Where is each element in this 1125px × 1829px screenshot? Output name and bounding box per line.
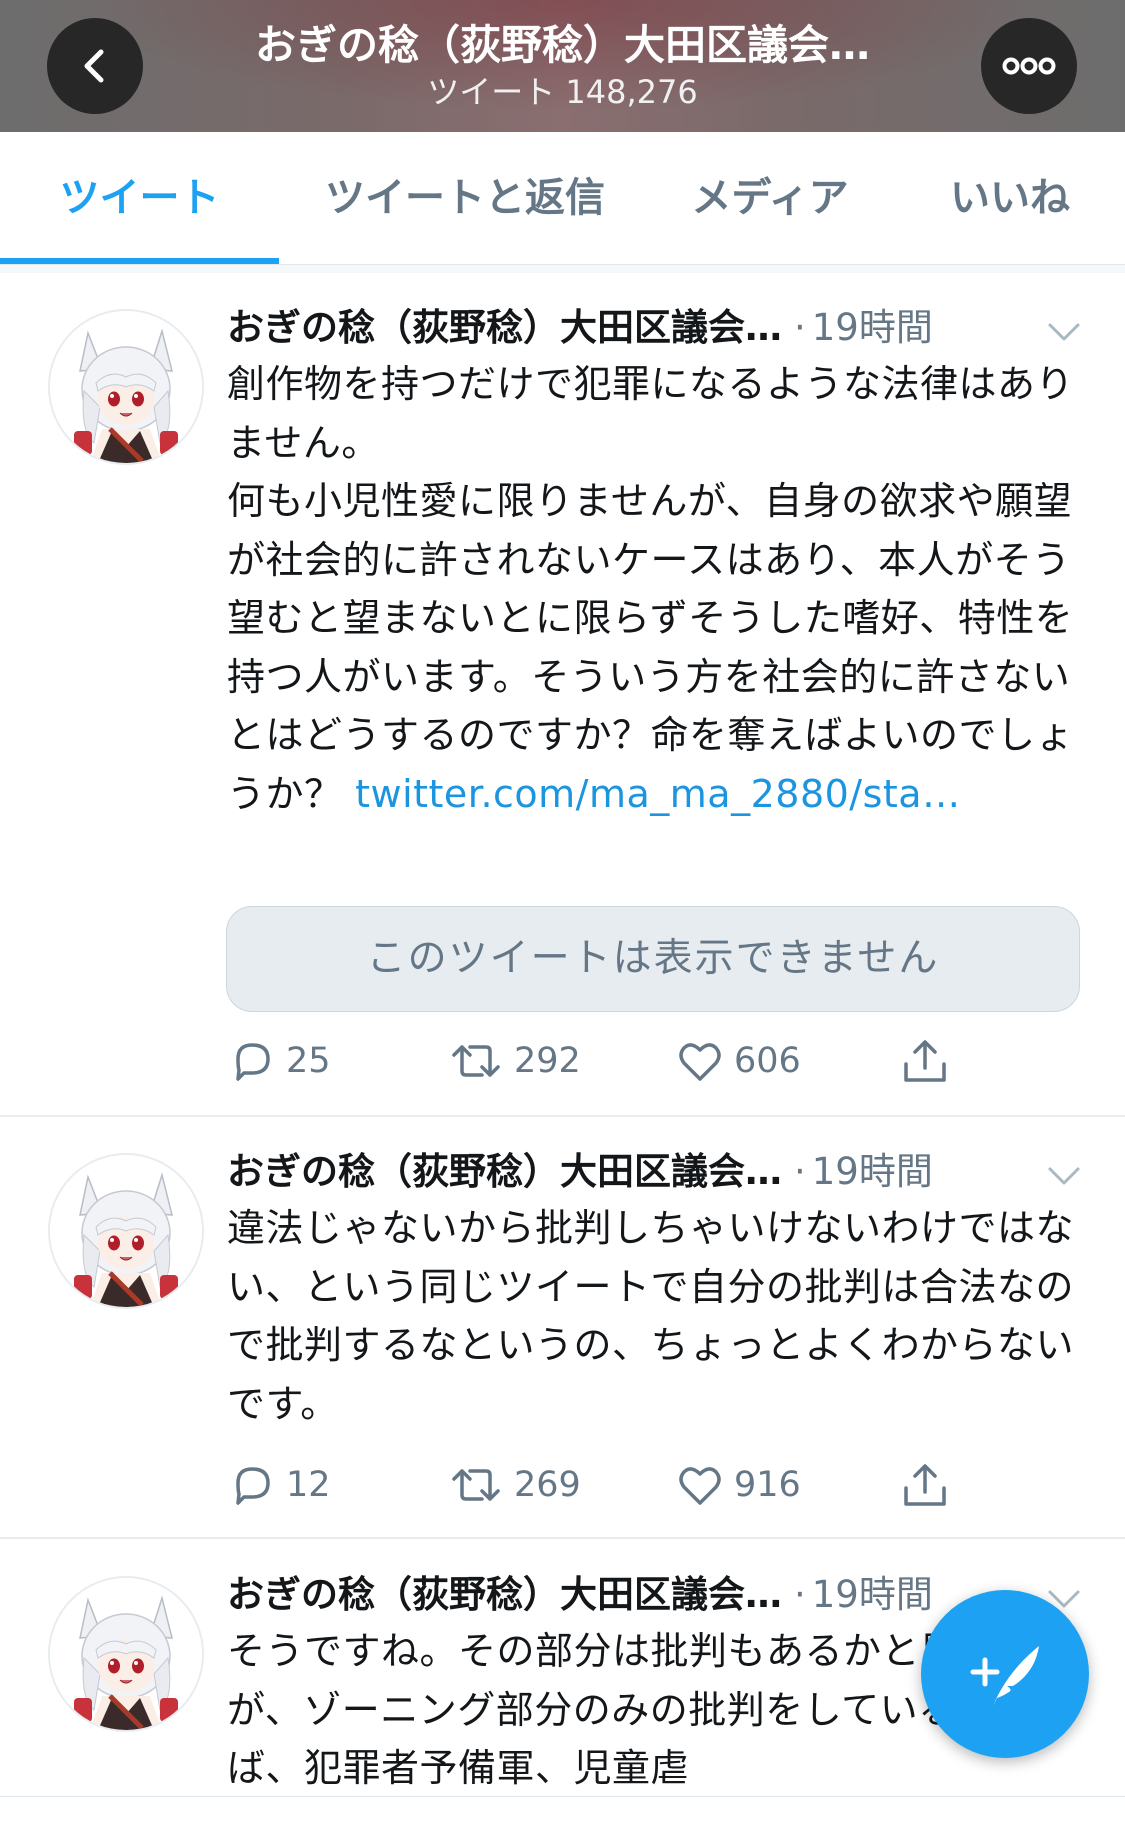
compose-tweet-icon — [970, 1646, 1039, 1706]
tab-tweets[interactable]: ツイート — [0, 132, 279, 264]
separator-dot: · — [794, 1573, 806, 1616]
retweet-button[interactable]: 292 — [448, 1031, 581, 1091]
tweet-actions: 12 269 916 — [0, 1455, 1125, 1515]
retweet-count: 292 — [514, 1041, 581, 1081]
chevron-left-icon — [84, 49, 104, 83]
tweet-header: おぎの稔（荻野稔）大田区議会… · 19時間 — [227, 303, 933, 353]
reply-count: 12 — [286, 1465, 331, 1505]
tab-likes[interactable]: いいね — [920, 132, 1100, 264]
tweet-author-name[interactable]: おぎの稔（荻野稔）大田区議会… — [227, 1573, 782, 1616]
tweet-header: おぎの稔（荻野稔）大田区議会… · 19時間 — [227, 1147, 933, 1197]
reply-icon — [236, 1467, 270, 1505]
separator-dot: · — [794, 306, 806, 349]
share-icon — [904, 1040, 946, 1082]
tweet-author-name[interactable]: おぎの稔（荻野稔）大田区議会… — [227, 306, 782, 349]
like-count: 606 — [734, 1041, 801, 1081]
retweet-icon — [452, 1469, 500, 1501]
profile-header: おぎの稔（荻野稔）大田区議会… ツイート 148,276 — [0, 0, 1125, 132]
tweet-text: 創作物を持つだけで犯罪になるような法律はありません。 何も小児性愛に限りませんが… — [227, 355, 1087, 823]
active-tab-indicator — [0, 258, 279, 264]
share-button[interactable] — [900, 1455, 960, 1515]
tweet-item[interactable]: おぎの稔（荻野稔）大田区議会… · 19時間 創作物を持つだけで犯罪になるような法律… — [0, 273, 1125, 1117]
retweet-count: 269 — [514, 1465, 581, 1505]
like-button[interactable]: 606 — [676, 1031, 801, 1091]
reply-count: 25 — [286, 1041, 331, 1081]
like-count: 916 — [734, 1465, 801, 1505]
tweet-timestamp[interactable]: 19時間 — [812, 1573, 933, 1616]
tweet-timestamp[interactable]: 19時間 — [812, 1150, 933, 1193]
avatar[interactable] — [48, 1576, 204, 1732]
tweet-text: 違法じゃないから批判しちゃいけないわけではない、という同じツイートで自分の批判は… — [227, 1206, 1075, 1426]
avatar[interactable] — [48, 309, 204, 465]
chevron-down-icon[interactable] — [1046, 319, 1082, 343]
chevron-down-icon[interactable] — [1046, 1163, 1082, 1187]
tabs-divider — [0, 265, 1125, 273]
profile-tabs: ツイート ツイートと返信 メディア いいね — [0, 132, 1125, 265]
share-icon — [904, 1464, 946, 1506]
like-button[interactable]: 916 — [676, 1455, 801, 1515]
tweet-header: おぎの稔（荻野稔）大田区議会… · 19時間 — [227, 1570, 933, 1620]
tweet-item[interactable]: おぎの稔（荻野稔）大田区議会… · 19時間 違法じゃないから批判しちゃいけないわけ… — [0, 1117, 1125, 1539]
tweet-actions: 25 292 606 — [0, 1031, 1125, 1091]
heart-icon — [679, 1467, 721, 1505]
reply-icon — [236, 1043, 270, 1081]
avatar[interactable] — [48, 1153, 204, 1309]
more-dots-icon — [1002, 57, 1056, 75]
reply-button[interactable]: 25 — [228, 1031, 331, 1091]
tweet-body-text: 創作物を持つだけで犯罪になるような法律はありません。 何も小児性愛に限りませんが… — [227, 362, 1075, 816]
tab-media[interactable]: メディア — [660, 132, 880, 264]
reply-button[interactable]: 12 — [228, 1455, 331, 1515]
compose-tweet-button[interactable] — [921, 1590, 1089, 1758]
tweet-timestamp[interactable]: 19時間 — [812, 306, 933, 349]
heart-icon — [679, 1043, 721, 1081]
header-title: おぎの稔（荻野稔）大田区議会… — [255, 21, 870, 69]
tweet-author-name[interactable]: おぎの稔（荻野稔）大田区議会… — [227, 1150, 782, 1193]
back-button[interactable] — [47, 18, 143, 114]
tweet-link[interactable]: twitter.com/ma_ma_2880/sta… — [355, 772, 961, 816]
retweet-icon — [452, 1045, 500, 1077]
quote-unavailable-card: このツイートは表示できません — [226, 906, 1080, 1012]
header-tweet-count: ツイート 148,276 — [427, 73, 698, 111]
separator-dot: · — [794, 1150, 806, 1193]
tab-tweets-and-replies[interactable]: ツイートと返信 — [300, 132, 630, 264]
more-button[interactable] — [981, 18, 1077, 114]
retweet-button[interactable]: 269 — [448, 1455, 581, 1515]
share-button[interactable] — [900, 1031, 960, 1091]
bottom-tab-bar — [0, 1796, 1125, 1829]
